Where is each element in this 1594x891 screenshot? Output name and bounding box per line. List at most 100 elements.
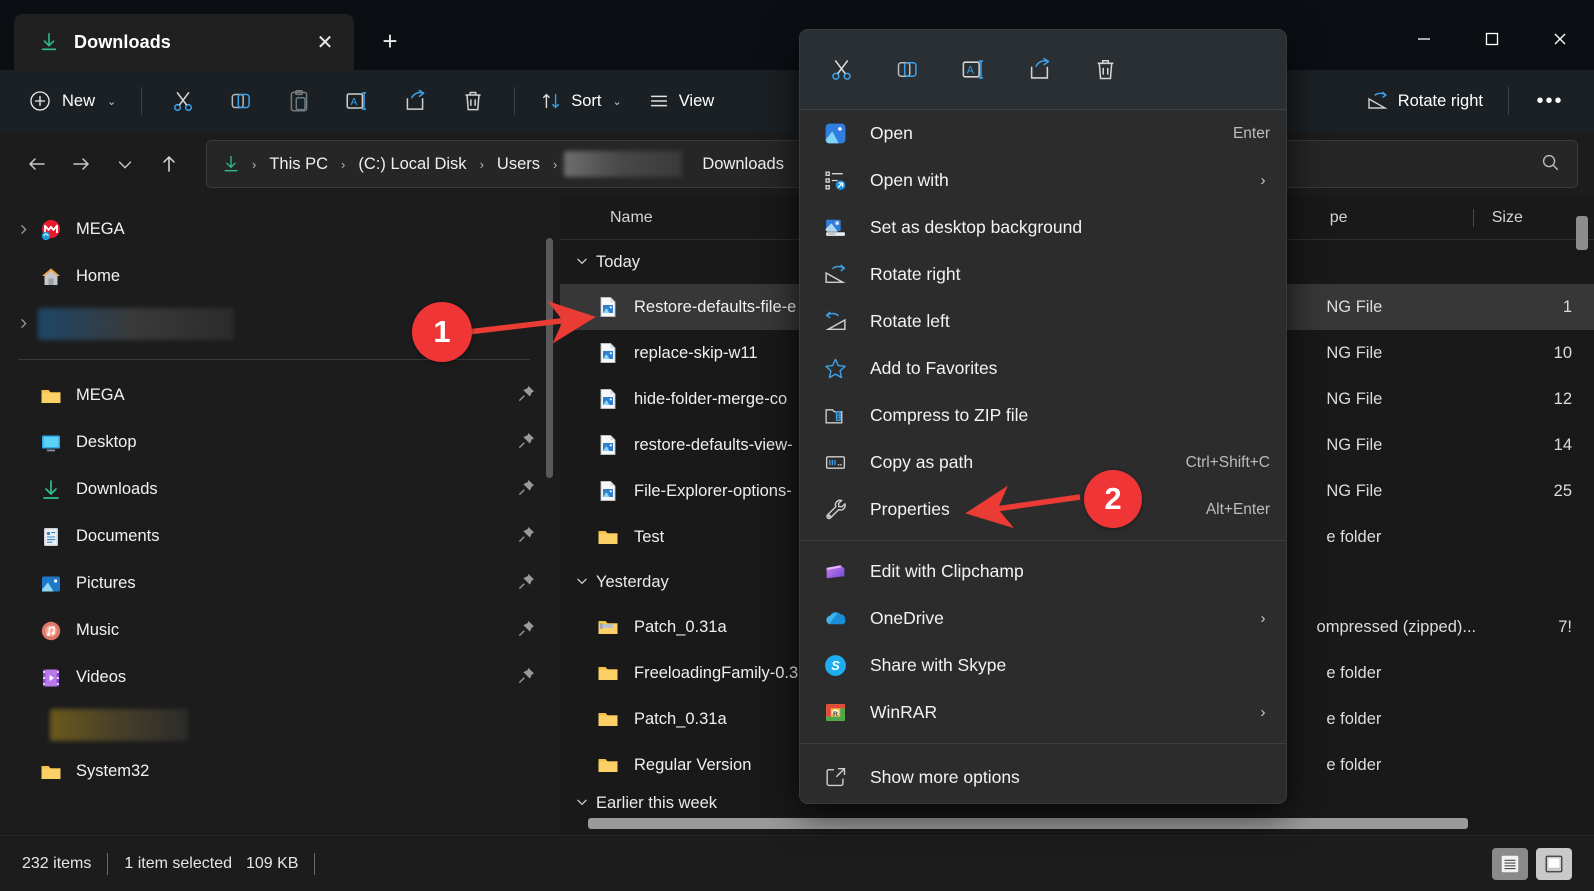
chevron-down-icon-group-earlier[interactable]: [568, 795, 596, 812]
sidebar-item-desktop[interactable]: Desktop: [8, 419, 550, 466]
pin-icon-music[interactable]: [517, 619, 536, 643]
downloads-arrow-icon-side: [38, 477, 64, 503]
chevron-right-icon-open-with: ›: [1260, 172, 1266, 189]
sidebar-item-documents[interactable]: Documents: [8, 513, 550, 560]
sidebar-item-music[interactable]: Music: [8, 607, 550, 654]
minimize-button[interactable]: [1390, 8, 1458, 70]
see-more-button[interactable]: •••: [1522, 81, 1578, 121]
file-type: e folder: [1326, 755, 1382, 774]
nav-tree: MEGA Home MEGA Desktop Downloads Documen…: [0, 196, 560, 795]
photos-app-icon: [822, 121, 848, 147]
breadcrumb-item-this-pc[interactable]: This PC: [263, 152, 334, 177]
folder-icon-regular: [596, 753, 620, 777]
paste-button[interactable]: [271, 81, 327, 121]
context-menu-item-rotate-left[interactable]: Rotate left: [800, 298, 1286, 345]
sidebar-scrollbar-thumb[interactable]: [546, 238, 553, 478]
show-more-options-icon: [822, 764, 848, 790]
open-with-icon: [822, 168, 848, 194]
new-tab-button[interactable]: +: [368, 19, 412, 63]
rename-icon[interactable]: A: [950, 47, 996, 93]
sidebar-item-system32[interactable]: System32: [8, 748, 550, 795]
status-bar: 232 items 1 item selected 109 KB: [0, 835, 1594, 891]
sidebar-item-pictures[interactable]: Pictures: [8, 560, 550, 607]
context-menu-item-onedrive[interactable]: OneDrive ›: [800, 595, 1286, 642]
annotation-badge-2: 2: [1084, 470, 1142, 528]
chevron-right-icon-winrar: ›: [1260, 704, 1266, 721]
breadcrumb-item-downloads[interactable]: Downloads: [696, 152, 790, 177]
sidebar-label-pictures: Pictures: [76, 574, 136, 592]
context-menu-item-open-with[interactable]: Open with ›: [800, 157, 1286, 204]
close-window-button[interactable]: [1526, 8, 1594, 70]
address-bar-row: › This PC › (C:) Local Disk › Users › Do…: [0, 132, 1594, 196]
rename-button[interactable]: A: [329, 81, 385, 121]
cut-icon[interactable]: [818, 47, 864, 93]
copy-icon[interactable]: [884, 47, 930, 93]
horizontal-scrollbar-thumb[interactable]: [588, 818, 1468, 829]
context-menu-item-show-more-options[interactable]: Show more options: [800, 751, 1286, 803]
context-menu-label-properties: Properties: [870, 499, 950, 519]
context-menu-item-copy-as-path[interactable]: Copy as path Ctrl+Shift+C: [800, 439, 1286, 486]
sidebar-item-mega-folder[interactable]: MEGA: [8, 372, 550, 419]
sidebar-item-mega-cloud[interactable]: MEGA: [8, 206, 550, 253]
pictures-icon: [38, 571, 64, 597]
details-view-button[interactable]: [1492, 847, 1528, 880]
context-menu-item-compress-zip[interactable]: Compress to ZIP file: [800, 392, 1286, 439]
chevron-down-icon-group-yesterday[interactable]: [568, 574, 596, 591]
context-menu-item-winrar[interactable]: R WinRAR ›: [800, 689, 1286, 736]
context-menu-item-rotate-right[interactable]: Rotate right: [800, 251, 1286, 298]
breadcrumb-item-username-redacted[interactable]: [564, 151, 683, 177]
maximize-button[interactable]: [1458, 8, 1526, 70]
file-type: e folder: [1326, 709, 1382, 728]
sidebar-item-videos[interactable]: Videos: [8, 654, 550, 701]
back-button[interactable]: [16, 143, 58, 185]
folder-icon-patch: [596, 707, 620, 731]
share-icon[interactable]: [1016, 47, 1062, 93]
chevron-right-icon[interactable]: [8, 223, 38, 236]
vertical-scrollbar-thumb[interactable]: [1576, 216, 1588, 250]
context-menu-item-add-to-favorites[interactable]: Add to Favorites: [800, 345, 1286, 392]
sort-button[interactable]: Sort ⌄: [528, 81, 633, 121]
sidebar-item-home[interactable]: Home: [8, 253, 550, 300]
large-icons-view-button[interactable]: [1536, 847, 1572, 880]
context-menu-accel-copy-as-path: Ctrl+Shift+C: [1185, 453, 1270, 471]
delete-button[interactable]: [445, 81, 501, 121]
column-header-type[interactable]: pe: [1320, 209, 1473, 227]
up-button[interactable]: [148, 143, 190, 185]
rotate-right-button[interactable]: Rotate right: [1353, 81, 1495, 121]
pin-icon-videos[interactable]: [517, 666, 536, 690]
pin-icon-downloads[interactable]: [517, 478, 536, 502]
sidebar-item-redacted-gold[interactable]: [8, 701, 550, 748]
delete-icon[interactable]: [1082, 47, 1128, 93]
onedrive-icon: [822, 606, 848, 632]
context-menu-item-open[interactable]: Open Enter: [800, 110, 1286, 157]
recent-locations-button[interactable]: [104, 143, 146, 185]
pin-icon-documents[interactable]: [517, 525, 536, 549]
pin-icon-pictures[interactable]: [517, 572, 536, 596]
pin-icon[interactable]: [517, 384, 536, 408]
context-menu-item-set-desktop-background[interactable]: Set as desktop background: [800, 204, 1286, 251]
new-button[interactable]: New ⌄: [16, 81, 128, 121]
share-button[interactable]: [387, 81, 443, 121]
context-menu-item-properties[interactable]: Properties Alt+Enter: [800, 486, 1286, 533]
breadcrumb-item-local-disk[interactable]: (C:) Local Disk: [352, 152, 472, 177]
tab-downloads[interactable]: Downloads ✕: [14, 14, 354, 70]
breadcrumb-item-users[interactable]: Users: [491, 152, 546, 177]
forward-button[interactable]: [60, 143, 102, 185]
png-file-icon-5: [596, 479, 620, 503]
copy-button[interactable]: [213, 81, 269, 121]
cut-button[interactable]: [155, 81, 211, 121]
close-tab-icon[interactable]: ✕: [308, 25, 342, 59]
context-menu-item-edit-with-clipchamp[interactable]: Edit with Clipchamp: [800, 548, 1286, 595]
chevron-right-icon-2[interactable]: [8, 317, 38, 330]
context-menu-label-onedrive: OneDrive: [870, 608, 944, 628]
search-input[interactable]: [1260, 140, 1578, 188]
file-type: e folder: [1326, 663, 1382, 682]
chevron-down-icon-group-today[interactable]: [568, 254, 596, 271]
file-type: NG File: [1326, 435, 1383, 454]
folder-icon-freeloading: [596, 661, 620, 685]
view-button[interactable]: View: [636, 81, 726, 121]
pin-icon-desktop[interactable]: [517, 431, 536, 455]
sidebar-item-downloads[interactable]: Downloads: [8, 466, 550, 513]
context-menu-item-share-with-skype[interactable]: S Share with Skype: [800, 642, 1286, 689]
breadcrumb-separator-1: ›: [341, 156, 346, 172]
